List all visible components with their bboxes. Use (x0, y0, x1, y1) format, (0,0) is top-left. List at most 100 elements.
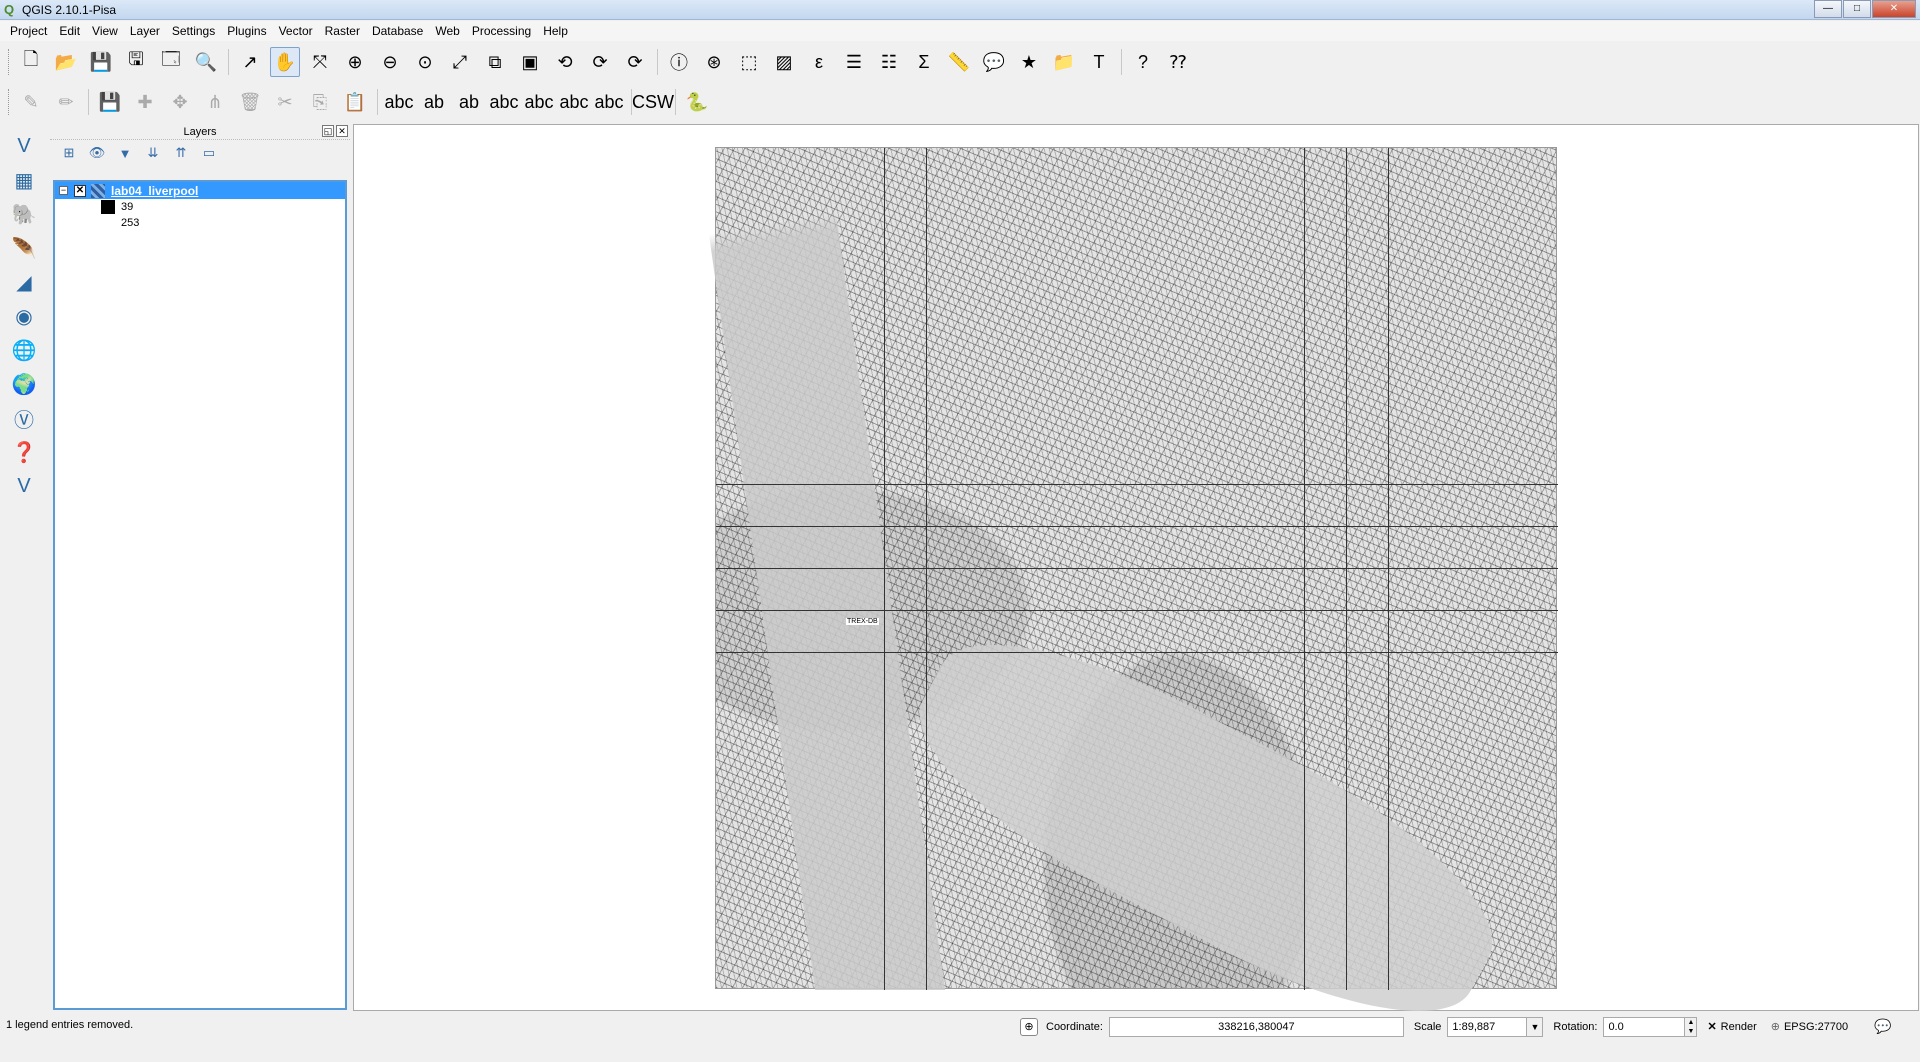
help-icon[interactable]: ? (1128, 47, 1158, 77)
whats-this-icon[interactable]: ⁇ (1163, 47, 1193, 77)
select-feature-icon[interactable]: ⬚ (734, 47, 764, 77)
change-label-icon[interactable]: abc (594, 87, 624, 117)
zoom-layer-icon[interactable]: ▣ (515, 47, 545, 77)
python-console-icon[interactable]: 🐍 (682, 87, 712, 117)
add-oracle-layer-icon[interactable]: ◉ (8, 300, 40, 332)
move-label-icon[interactable]: abc (524, 87, 554, 117)
menu-edit[interactable]: Edit (53, 24, 86, 38)
menu-vector[interactable]: Vector (273, 24, 319, 38)
menu-plugins[interactable]: Plugins (221, 24, 272, 38)
crs-status[interactable]: EPSG:27700 (1784, 1021, 1848, 1033)
menu-raster[interactable]: Raster (319, 24, 366, 38)
layer-tree[interactable]: − ✕ lab04_liverpool 39 253 (53, 180, 347, 1010)
zoom-out-icon[interactable]: ⊖ (375, 47, 405, 77)
pin-labels-icon[interactable]: ab (454, 87, 484, 117)
expand-all-icon[interactable]: ⇊ (142, 142, 164, 164)
save-edits-icon[interactable]: 💾 (95, 87, 125, 117)
layer-visibility-checkbox[interactable]: ✕ (74, 184, 86, 197)
crs-globe-icon[interactable]: ⊕ (1771, 1020, 1780, 1033)
add-spatialite-layer-icon[interactable]: 🪶 (8, 232, 40, 264)
zoom-full-icon[interactable]: ⤢ (445, 47, 475, 77)
scale-field[interactable]: 1:89,887 (1447, 1016, 1528, 1037)
coordinate-toggle-icon[interactable]: ⊕ (1020, 1017, 1038, 1036)
open-project-icon[interactable]: 📂 (51, 47, 81, 77)
map-canvas[interactable]: TREX-DB (353, 124, 1919, 1062)
text-annotation-icon[interactable]: T (1084, 47, 1114, 77)
coordinate-field[interactable]: 338216,380047 (1108, 1016, 1404, 1037)
save-project-icon[interactable]: 💾 (86, 47, 116, 77)
pan-to-selection-icon[interactable]: ↗ (235, 47, 265, 77)
toolbar-grip[interactable] (8, 89, 12, 115)
rotation-field[interactable]: 0.0 (1603, 1016, 1686, 1037)
add-group-icon[interactable]: ⊞ (58, 142, 80, 164)
zoom-next-icon[interactable]: ⟳ (585, 47, 615, 77)
rotation-spinner[interactable]: ▲ ▼ (1685, 1016, 1698, 1037)
move-feature-icon[interactable]: ✥ (165, 87, 195, 117)
composer-manager-icon[interactable]: 🔍 (191, 47, 221, 77)
toggle-editing-icon[interactable]: ✏ (51, 87, 81, 117)
layer-row-lab04-liverpool[interactable]: − ✕ lab04_liverpool (55, 182, 345, 199)
new-project-icon[interactable]: 🗋 (16, 47, 46, 77)
pan-map-icon[interactable]: ⤧ (305, 47, 335, 77)
show-hide-labels-icon[interactable]: abc (489, 87, 519, 117)
attribute-table-icon[interactable]: ☰ (839, 47, 869, 77)
render-checkbox[interactable]: ✕ (1707, 1020, 1716, 1033)
save-as-icon[interactable]: 🖫 (121, 47, 151, 77)
collapse-all-icon[interactable]: ⇈ (170, 142, 192, 164)
field-calculator-icon[interactable]: ☷ (874, 47, 904, 77)
map-tips-icon[interactable]: 💬 (979, 47, 1009, 77)
menu-project[interactable]: Project (4, 24, 53, 38)
messages-icon[interactable]: 💬 (1874, 1018, 1891, 1035)
layer-labeling-icon[interactable]: ab (419, 87, 449, 117)
menu-database[interactable]: Database (366, 24, 429, 38)
add-feature-icon[interactable]: ✚ (130, 87, 160, 117)
add-wcs-layer-icon[interactable]: 🌍 (8, 368, 40, 400)
add-vector-layer-icon[interactable]: V (8, 130, 40, 162)
csw-icon[interactable]: CSW (632, 87, 674, 117)
paste-features-icon[interactable]: 📋 (340, 87, 370, 117)
statistics-icon[interactable]: Σ (909, 47, 939, 77)
menu-help[interactable]: Help (537, 24, 574, 38)
deselect-icon[interactable]: ▨ (769, 47, 799, 77)
menu-view[interactable]: View (86, 24, 124, 38)
label-icon[interactable]: abc (384, 87, 414, 117)
current-edits-icon[interactable]: ✎ (16, 87, 46, 117)
identify-icon[interactable]: ⓘ (664, 47, 694, 77)
rotate-label-icon[interactable]: abc (559, 87, 589, 117)
add-raster-layer-icon[interactable]: ▦ (8, 164, 40, 196)
zoom-in-icon[interactable]: ⊕ (340, 47, 370, 77)
cut-features-icon[interactable]: ✂ (270, 87, 300, 117)
select-icon[interactable]: ⊛ (699, 47, 729, 77)
add-wfs-layer-icon[interactable]: Ⓥ (8, 402, 40, 434)
manage-visibility-icon[interactable]: 👁 (86, 142, 108, 164)
delete-selected-icon[interactable]: 🗑 (235, 87, 265, 117)
zoom-last-icon[interactable]: ⟲ (550, 47, 580, 77)
zoom-selection-icon[interactable]: ⧉ (480, 47, 510, 77)
toolbar-grip[interactable] (8, 49, 12, 75)
menu-layer[interactable]: Layer (124, 24, 166, 38)
menu-web[interactable]: Web (429, 24, 465, 38)
node-tool-icon[interactable]: ⋔ (200, 87, 230, 117)
menu-processing[interactable]: Processing (466, 24, 537, 38)
show-bookmarks-icon[interactable]: 📁 (1049, 47, 1079, 77)
refresh-icon[interactable]: ⟳ (620, 47, 650, 77)
close-button[interactable]: ✕ (1872, 0, 1916, 18)
menu-settings[interactable]: Settings (166, 24, 221, 38)
new-print-composer-icon[interactable]: 🗔 (156, 47, 186, 77)
filter-legend-icon[interactable]: ▼ (114, 142, 136, 164)
zoom-native-icon[interactable]: ⊙ (410, 47, 440, 77)
add-delimited-text-icon[interactable]: ❓ (8, 436, 40, 468)
measure-icon[interactable]: 📏 (944, 47, 974, 77)
float-panel-icon[interactable]: ◱ (322, 125, 334, 137)
copy-features-icon[interactable]: ⎘ (305, 87, 335, 117)
add-mssql-layer-icon[interactable]: ◢ (8, 266, 40, 298)
chevron-down-icon[interactable]: ▼ (1527, 1016, 1544, 1037)
minimize-button[interactable]: — (1814, 0, 1842, 18)
close-panel-icon[interactable]: ✕ (336, 125, 348, 137)
expression-select-icon[interactable]: ε (804, 47, 834, 77)
add-wms-layer-icon[interactable]: 🌐 (8, 334, 40, 366)
pan-icon[interactable]: ✋ (270, 47, 300, 77)
add-postgis-layer-icon[interactable]: 🐘 (8, 198, 40, 230)
layer-name[interactable]: lab04_liverpool (111, 184, 198, 198)
new-layer-icon[interactable]: V (8, 470, 40, 502)
